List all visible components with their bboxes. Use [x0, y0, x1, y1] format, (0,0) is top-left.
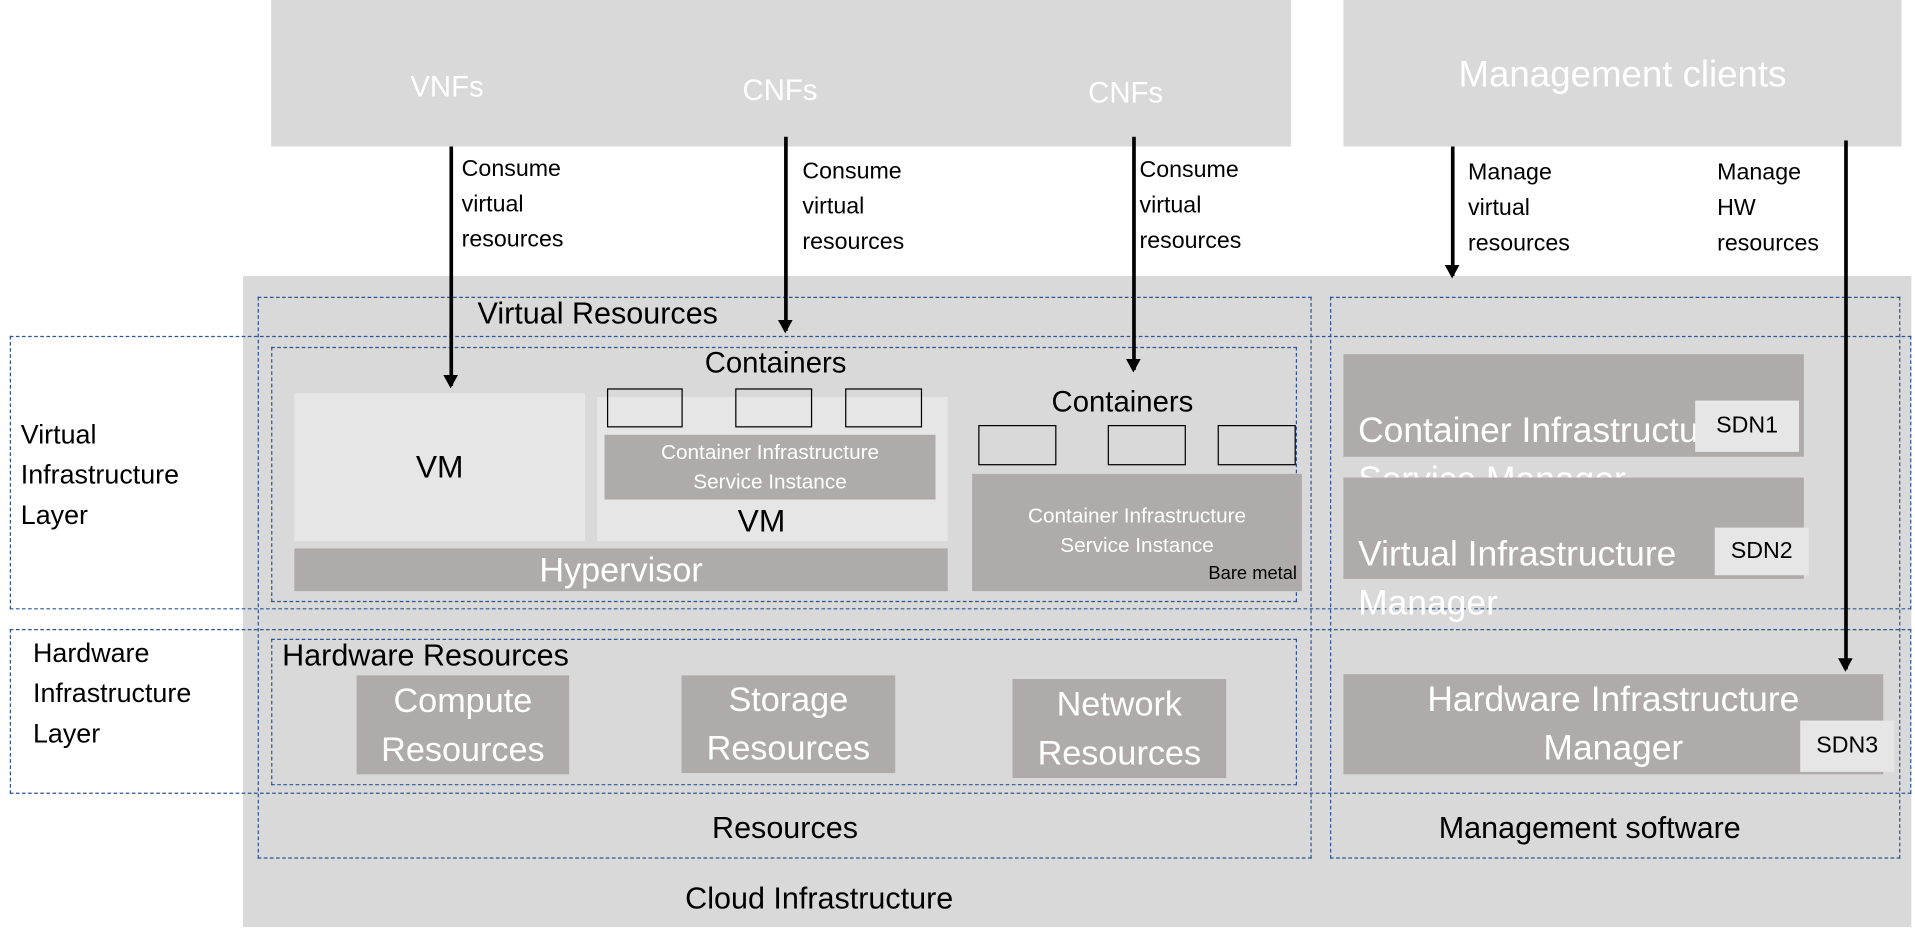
compute-resources-box: Compute Resources	[356, 675, 570, 775]
management-clients-label: Management clients	[1458, 54, 1787, 96]
container-slot	[978, 425, 1057, 466]
cloud-infrastructure-diagram: VNFs CNFs CNFs Management clients Cloud …	[0, 0, 1915, 945]
vnfs-label: VNFs	[410, 70, 484, 104]
network-resources-box: Network Resources	[1012, 679, 1227, 778]
arrow-down-icon	[444, 146, 457, 389]
virtual-resources-label: Virtual Resources	[477, 296, 718, 331]
arrow-down-icon	[778, 136, 792, 334]
container-slot	[845, 388, 923, 428]
bare-metal-label: Bare metal	[1208, 563, 1298, 584]
virtual-layer-label: Virtual Infrastructure Layer	[20, 418, 180, 531]
storage-resources-label: Storage Resources	[706, 680, 871, 767]
resources-label: Resources	[712, 810, 858, 846]
consume-label-2: Consume virtual resources	[802, 158, 905, 256]
containers-label: Containers	[704, 346, 847, 380]
cisi-bare-metal-box: Container Infrastructure Service Instanc…	[972, 473, 1302, 592]
cisi-vm-box: Container Infrastructure Service Instanc…	[604, 434, 936, 500]
cnfs-label-2: CNFs	[1088, 76, 1164, 110]
sdn1-badge: SDN1	[1695, 400, 1799, 452]
manage-virtual-label: Manage virtual resources	[1468, 159, 1570, 257]
cisi-vm-label: Container Infrastructure Service Instanc…	[660, 440, 880, 493]
vm-box-1: VM	[294, 393, 586, 542]
network-resources-label: Network Resources	[1037, 684, 1202, 772]
cnfs-label-1: CNFs	[742, 74, 818, 108]
him-label: Hardware Infrastructure Manager	[1427, 680, 1800, 769]
hypervisor-label: Hypervisor	[539, 550, 703, 589]
container-slot	[606, 388, 683, 428]
workloads-box: VNFs CNFs CNFs	[271, 0, 1291, 147]
cloud-infrastructure-label: Cloud Infrastructure	[685, 881, 954, 916]
sdn3-badge: SDN3	[1800, 720, 1895, 772]
arrow-down-icon	[1445, 146, 1459, 279]
compute-resources-label: Compute Resources	[381, 680, 545, 768]
management-software-label: Management software	[1438, 810, 1741, 846]
arrow-down-icon	[1127, 136, 1140, 373]
manage-hw-label: Manage HW resources	[1717, 159, 1820, 257]
sdn2-badge: SDN2	[1714, 527, 1809, 576]
container-slot	[1107, 425, 1186, 466]
vm-label-2: VM	[737, 501, 786, 539]
arrow-down-icon	[1839, 140, 1852, 672]
storage-resources-box: Storage Resources	[681, 675, 896, 774]
management-clients-box: Management clients	[1343, 0, 1902, 147]
vm-label-1: VM	[415, 448, 464, 485]
hardware-resources-label: Hardware Resources	[282, 638, 569, 673]
container-slot	[1217, 425, 1296, 466]
container-slot	[735, 388, 813, 428]
containers-bare-metal-label: Containers	[1051, 385, 1194, 419]
hardware-layer-label: Hardware Infrastructure Layer	[32, 637, 192, 749]
consume-label-3: Consume virtual resources	[1139, 157, 1242, 255]
cisi-bare-metal-label: Container Infrastructure Service Instanc…	[1027, 504, 1247, 557]
consume-label-1: Consume virtual resources	[461, 156, 564, 253]
hypervisor-box: Hypervisor	[294, 548, 948, 592]
